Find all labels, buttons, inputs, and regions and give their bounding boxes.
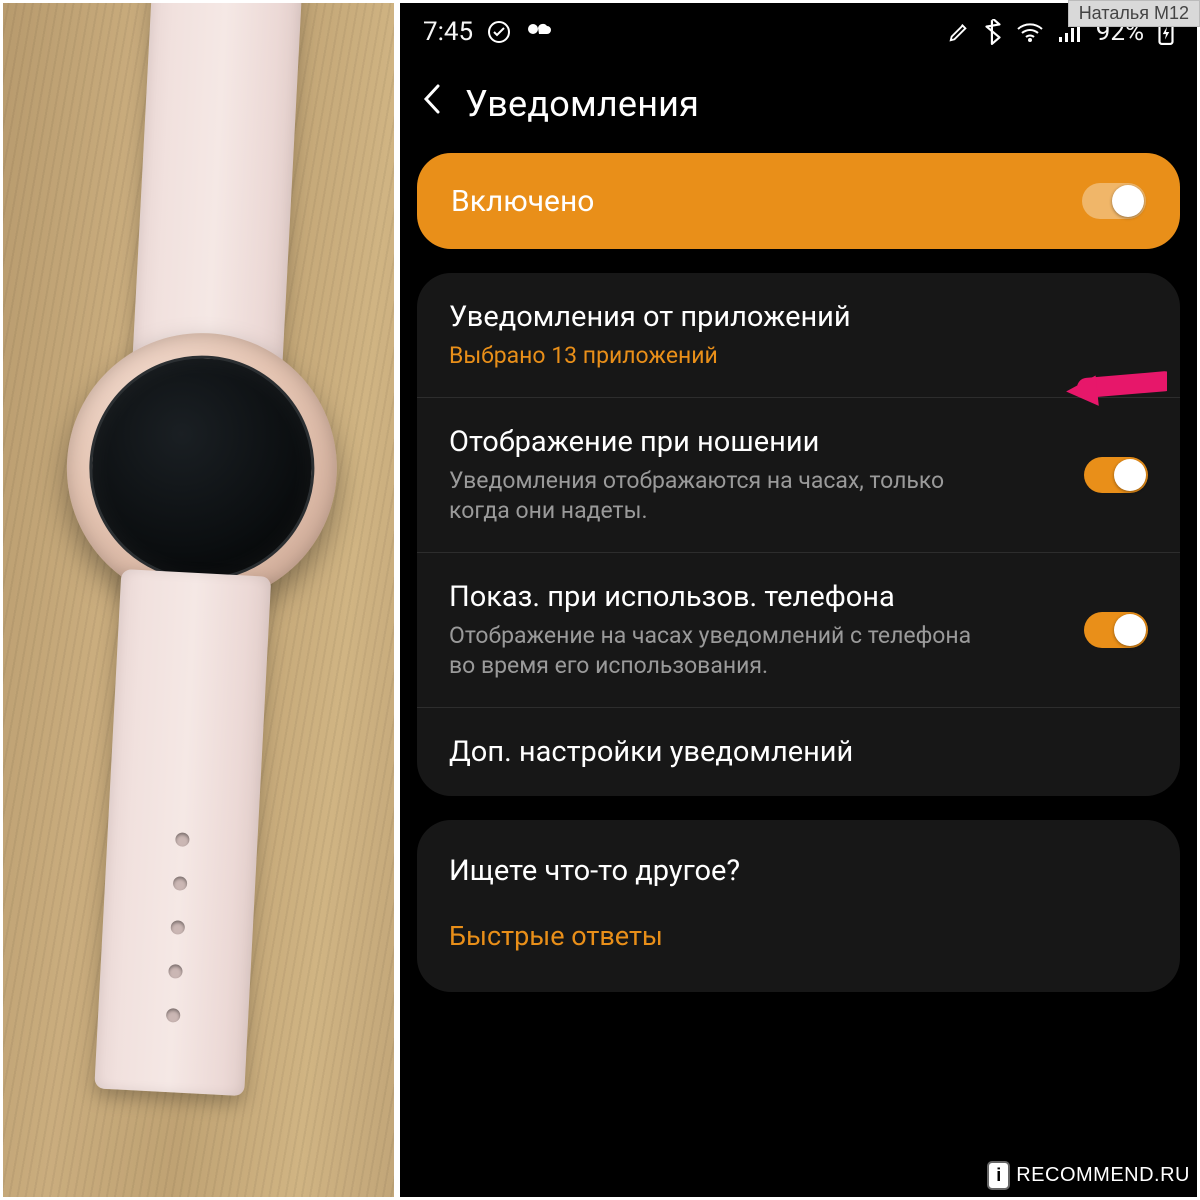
check-icon <box>487 20 511 44</box>
watermark-badge: i <box>987 1161 1010 1190</box>
other-title: Ищете что-то другое? <box>449 854 1148 888</box>
phone-screenshot: 7:45 92% <box>397 0 1200 1200</box>
product-photo <box>0 0 397 1200</box>
annotation-arrow-icon <box>1057 332 1167 446</box>
author-tag: Наталья М12 <box>1068 0 1200 27</box>
wear-display-toggle[interactable] <box>1084 457 1148 493</box>
watch-face <box>83 350 319 586</box>
watch-band-bottom <box>94 569 271 1096</box>
app-notifications-subtitle: Выбрано 13 приложений <box>449 341 1058 371</box>
frame-divider <box>394 0 400 1200</box>
other-section: Ищете что-то другое? Быстрые ответы <box>417 820 1180 992</box>
weather-icon <box>525 20 551 44</box>
quick-replies-link[interactable]: Быстрые ответы <box>449 920 1148 952</box>
watch-bezel <box>59 326 343 610</box>
wear-display-subtitle: Уведомления отображаются на часах, тольк… <box>449 466 994 526</box>
phone-use-title: Показ. при использов. телефона <box>449 579 994 615</box>
frame-border <box>0 0 1200 3</box>
watermark-site: RECOMMEND.RU <box>1016 1164 1190 1187</box>
advanced-row[interactable]: Доп. настройки уведомлений <box>417 708 1180 796</box>
phone-use-subtitle: Отображение на часах уведомлений с телеф… <box>449 621 994 681</box>
master-toggle[interactable] <box>1082 183 1146 219</box>
app-notifications-title: Уведомления от приложений <box>449 299 1058 335</box>
site-watermark: i RECOMMEND.RU <box>987 1161 1190 1190</box>
smartwatch <box>40 0 357 1079</box>
frame-border <box>0 0 3 1200</box>
wear-display-title: Отображение при ношении <box>449 424 994 460</box>
bluetooth-icon <box>984 19 1002 45</box>
band-holes <box>164 832 189 1052</box>
master-enabled-card[interactable]: Включено <box>417 153 1180 249</box>
back-icon[interactable] <box>421 82 443 125</box>
advanced-title: Доп. настройки уведомлений <box>449 734 1058 770</box>
page-title: Уведомления <box>465 83 699 125</box>
phone-use-toggle[interactable] <box>1084 612 1148 648</box>
wifi-icon <box>1016 21 1044 43</box>
enabled-label: Включено <box>451 184 594 219</box>
clock: 7:45 <box>423 17 473 47</box>
edit-icon <box>948 21 970 43</box>
nav-header: Уведомления <box>397 64 1200 153</box>
phone-use-row[interactable]: Показ. при использов. телефона Отображен… <box>417 553 1180 708</box>
watch-band-top <box>131 0 304 377</box>
